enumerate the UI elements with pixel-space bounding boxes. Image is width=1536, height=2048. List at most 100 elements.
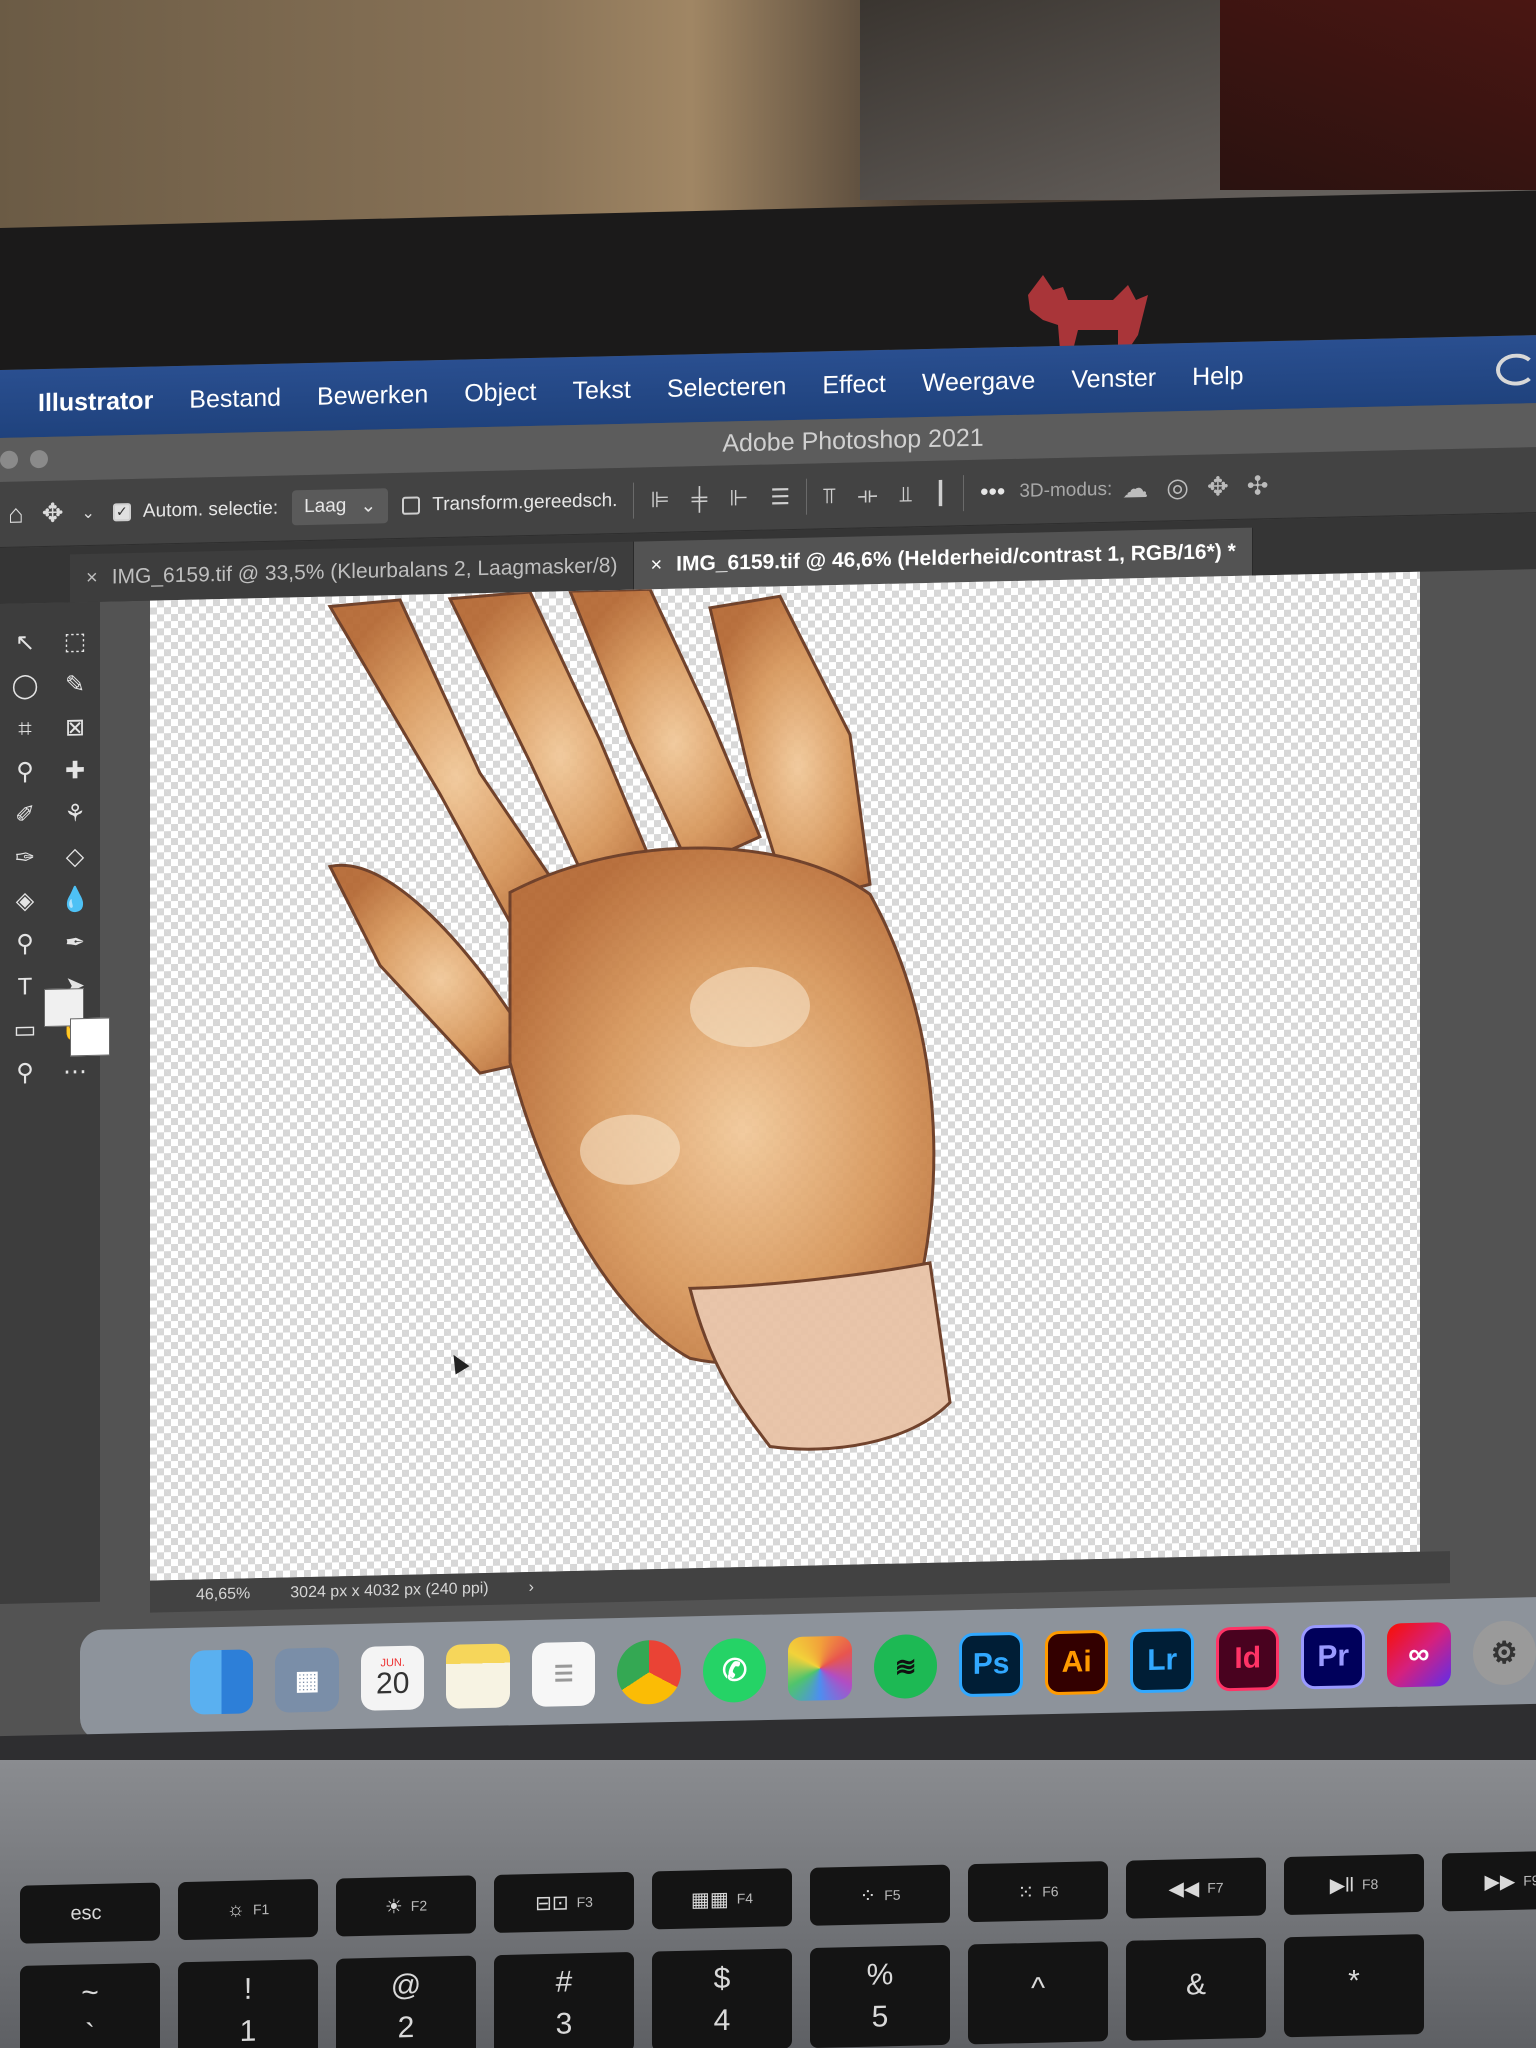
healing-brush-tool-icon[interactable]: ✚ xyxy=(65,756,85,785)
launchpad-icon[interactable]: ▦ xyxy=(275,1647,339,1713)
indesign-icon[interactable]: Id xyxy=(1215,1625,1280,1692)
calendar-icon[interactable]: JUN. 20 xyxy=(360,1645,425,1711)
close-icon[interactable]: × xyxy=(86,566,98,589)
frame-tool-icon[interactable]: ⊠ xyxy=(65,713,85,742)
creative-cloud-icon[interactable]: ∞ xyxy=(1387,1622,1451,1688)
key-fn-label: F1 xyxy=(253,1901,270,1918)
menu-object[interactable]: Object xyxy=(464,377,536,408)
3d-roll-icon[interactable]: ◎ xyxy=(1166,472,1189,504)
lightroom-icon[interactable]: Lr xyxy=(1130,1627,1194,1694)
crop-tool-icon[interactable]: ⌗ xyxy=(18,715,32,743)
chevron-down-icon[interactable]: ⌄ xyxy=(82,502,95,522)
more-options-button[interactable]: ••• xyxy=(980,478,1005,507)
menu-tekst[interactable]: Tekst xyxy=(572,375,630,405)
whatsapp-icon[interactable]: ✆ xyxy=(702,1637,767,1704)
reminders-icon[interactable]: ☰ xyxy=(531,1641,596,1707)
finder-icon[interactable] xyxy=(190,1649,254,1715)
key-fn-label: F3 xyxy=(576,1893,593,1911)
menu-venster[interactable]: Venster xyxy=(1071,363,1156,394)
brush-tool-icon[interactable]: ✐ xyxy=(15,800,35,829)
tools-panel: ↖ ⬚ ◯ ✎ ⌗ ⊠ ⚲ ✚ ✐ ⚘ ✑ ◇ ◈ 💧 ⚲ ✒ T ➤ ▭ ✋ … xyxy=(0,601,100,1604)
background-color-swatch[interactable] xyxy=(70,1017,110,1057)
align-center-icon[interactable]: ╪ xyxy=(692,485,708,511)
move-tool-icon[interactable]: ↖ xyxy=(15,628,35,657)
photoshop-icon[interactable]: Ps xyxy=(959,1631,1023,1698)
keyboard-key: @2 xyxy=(336,1955,476,2048)
document-canvas[interactable] xyxy=(150,571,1420,1581)
3d-orbit-icon[interactable]: ☁ xyxy=(1122,473,1148,505)
rectangle-tool-icon[interactable]: ▭ xyxy=(14,1015,37,1045)
chrome-icon[interactable] xyxy=(617,1639,681,1705)
illustrator-icon[interactable]: Ai xyxy=(1044,1629,1109,1696)
laptop-screen: Illustrator Bestand Bewerken Object Teks… xyxy=(0,335,1536,1750)
document-size: 3024 px x 4032 px (240 ppi) xyxy=(290,1579,489,1602)
type-tool-icon[interactable]: T xyxy=(18,973,33,1001)
photoshop-label: Ps xyxy=(972,1647,1010,1681)
dodge-tool-icon[interactable]: ⚲ xyxy=(16,929,34,958)
zoom-level[interactable]: 46,65% xyxy=(196,1585,250,1604)
menu-help[interactable]: Help xyxy=(1192,361,1243,391)
window-title: Adobe Photoshop 2021 xyxy=(722,423,984,458)
keyboard-key: ^ xyxy=(968,1941,1108,2045)
align-left-icon[interactable]: ⊫ xyxy=(650,486,669,512)
menu-illustrator[interactable]: Illustrator xyxy=(38,386,153,418)
more-tools-icon[interactable]: ⋯ xyxy=(63,1057,87,1087)
menu-weergave[interactable]: Weergave xyxy=(922,366,1036,398)
chevron-right-icon[interactable]: › xyxy=(529,1579,534,1597)
keyboard-key: ☼ F1 xyxy=(178,1878,318,1941)
auto-select-checkbox[interactable]: ✓ xyxy=(112,502,131,521)
key-top-symbol: % xyxy=(866,1958,894,1992)
keyboard-key: esc xyxy=(20,1882,160,1944)
premiere-icon[interactable]: Pr xyxy=(1301,1624,1366,1690)
key-top-symbol: ^ xyxy=(1030,1971,1046,2005)
divider xyxy=(963,474,965,511)
key-symbol: ☼ xyxy=(226,1898,245,1921)
spotify-icon[interactable]: ≋ xyxy=(873,1633,938,1700)
menu-bewerken[interactable]: Bewerken xyxy=(317,380,428,412)
notes-icon[interactable] xyxy=(446,1643,510,1709)
move-tool-icon[interactable]: ✥ xyxy=(42,498,64,529)
lasso-tool-icon[interactable]: ◯ xyxy=(12,671,39,701)
eyedropper-tool-icon[interactable]: ⚲ xyxy=(16,757,34,786)
align-middle-icon[interactable]: ⟛ xyxy=(858,482,878,508)
distribute-icon[interactable]: ☰ xyxy=(770,484,790,510)
system-preferences-icon[interactable]: ⚙ xyxy=(1472,1620,1536,1686)
transform-controls-checkbox[interactable] xyxy=(402,495,421,515)
clone-stamp-tool-icon[interactable]: ⚘ xyxy=(64,799,86,828)
red-object-background xyxy=(1220,0,1536,190)
premiere-label: Pr xyxy=(1317,1639,1350,1674)
divider xyxy=(806,478,808,515)
menu-effect[interactable]: Effect xyxy=(822,369,885,399)
key-fn-label: F6 xyxy=(1042,1883,1059,1900)
key-bottom-symbol: 1 xyxy=(239,2014,257,2048)
keyboard-key: ▦▦ F4 xyxy=(652,1868,792,1930)
window-close-button[interactable] xyxy=(0,450,18,469)
layer-select[interactable]: Laag ⌄ xyxy=(292,488,389,526)
zoom-tool-icon[interactable]: ⚲ xyxy=(16,1058,34,1087)
blur-tool-icon[interactable]: 💧 xyxy=(60,885,90,915)
auto-select-label: Autom. selectie: xyxy=(142,497,279,522)
key-bottom-symbol: 2 xyxy=(397,2010,415,2045)
key-top-symbol: & xyxy=(1185,1968,1206,2002)
marquee-tool-icon[interactable]: ⬚ xyxy=(64,627,87,657)
3d-pan-icon[interactable]: ✥ xyxy=(1207,471,1229,502)
align-bottom-icon[interactable]: ⫫ xyxy=(900,481,912,507)
window-minimize-button[interactable] xyxy=(30,449,48,469)
history-brush-tool-icon[interactable]: ✑ xyxy=(15,843,35,872)
align-right-icon[interactable]: ⊩ xyxy=(729,485,748,511)
paint-bucket-tool-icon[interactable]: ◈ xyxy=(16,886,34,915)
pen-tool-icon[interactable]: ✒ xyxy=(65,928,85,957)
quick-selection-tool-icon[interactable]: ✎ xyxy=(65,670,85,699)
photos-icon[interactable] xyxy=(788,1635,852,1702)
key-fn-label: F5 xyxy=(884,1886,901,1904)
distribute-vertical-icon[interactable]: ┃ xyxy=(934,480,947,506)
close-icon[interactable]: × xyxy=(650,553,662,576)
key-top-symbol: @ xyxy=(390,1968,422,2003)
home-icon[interactable]: ⌂ xyxy=(8,498,24,529)
eraser-tool-icon[interactable]: ◇ xyxy=(66,842,84,871)
align-top-icon[interactable]: ⫪ xyxy=(823,483,835,509)
3d-slide-icon[interactable]: ✣ xyxy=(1247,470,1269,501)
menu-selecteren[interactable]: Selecteren xyxy=(667,372,787,404)
creative-cloud-icon[interactable] xyxy=(1496,353,1536,387)
menu-bestand[interactable]: Bestand xyxy=(189,383,281,414)
